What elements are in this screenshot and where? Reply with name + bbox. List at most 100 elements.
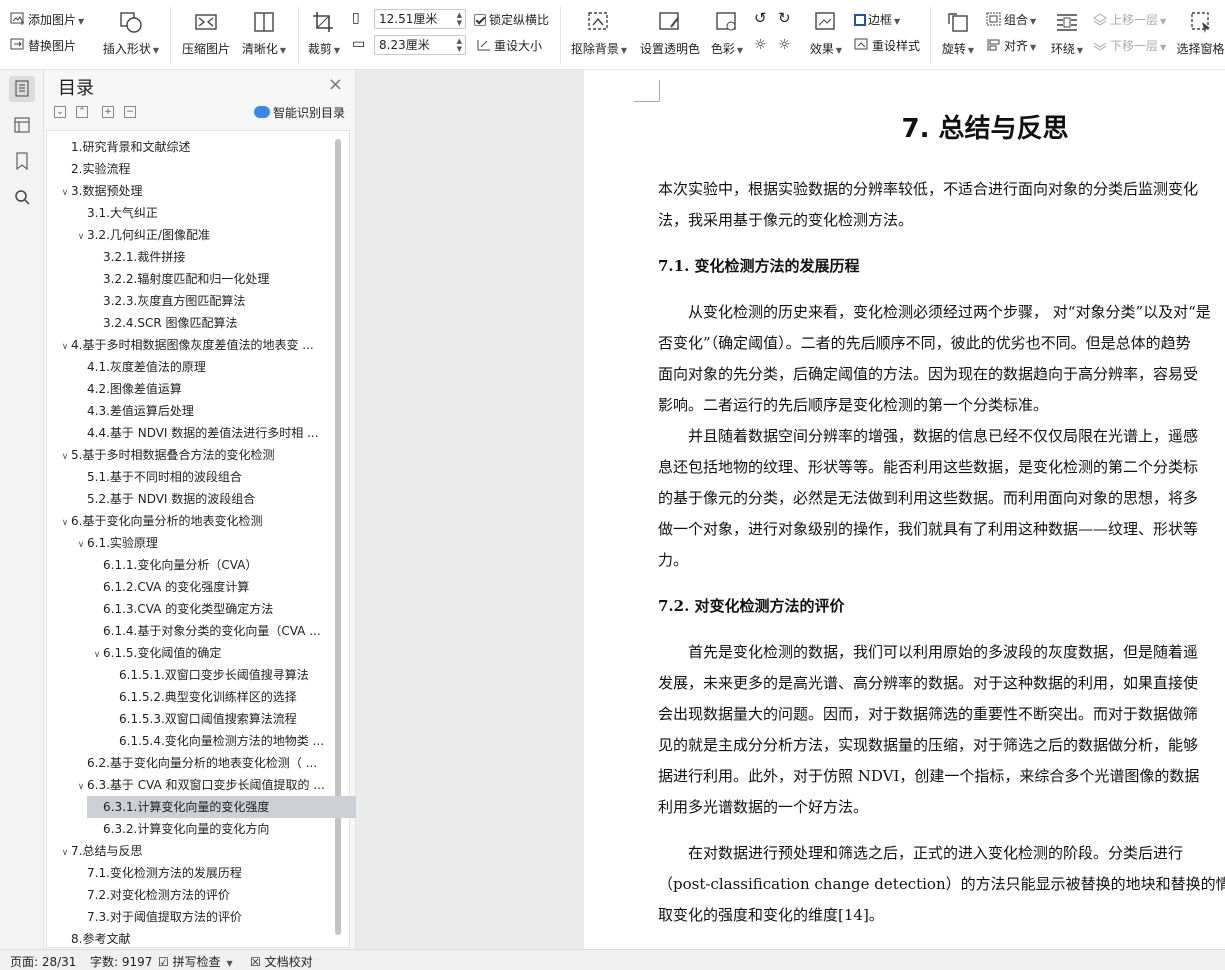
lock-ratio-checkbox[interactable]: 锁定纵横比 xyxy=(474,12,549,28)
wrap-button[interactable]: 环绕 ▼ xyxy=(1046,10,1088,57)
toc-item[interactable]: ∨ 6.1.实验原理 xyxy=(47,532,335,554)
search-pane-button[interactable] xyxy=(9,184,35,210)
toc-item[interactable]: 6.1.2.CVA 的变化强度计算 xyxy=(47,576,335,598)
toc-item[interactable]: ∨ 4.基于多时相数据图像灰度差值法的地表变 ... xyxy=(47,334,335,356)
toc-item[interactable]: 6.3.2.计算变化向量的变化方向 xyxy=(47,818,335,840)
word-count[interactable]: 字数: 9197 xyxy=(90,953,152,970)
toc-item[interactable]: 1.研究背景和文献综述 xyxy=(47,136,335,158)
chevron-down-icon[interactable]: ∨ xyxy=(59,842,71,862)
toc-item[interactable]: 8.参考文献 xyxy=(47,928,335,950)
toc-item[interactable]: ∨ 3.数据预处理 xyxy=(47,180,335,202)
selection-pane-button[interactable]: 选择窗格 xyxy=(1176,10,1225,57)
toc-item[interactable]: 5.2.基于 NDVI 数据的波段组合 xyxy=(47,488,335,510)
effect-button[interactable]: 效果 ▼ xyxy=(806,10,846,57)
toc-item-label: 5.1.基于不同时相的波段组合 xyxy=(87,470,242,484)
group-button[interactable]: 组合 ▼ xyxy=(986,12,1036,30)
chevron-down-icon[interactable]: ∨ xyxy=(75,226,87,246)
toc-item[interactable]: 2.实验流程 xyxy=(47,158,335,180)
toc-item[interactable]: ∨ 3.2.几何纠正/图像配准 xyxy=(47,224,335,246)
border-button[interactable]: 边框 ▼ xyxy=(854,12,900,30)
brightness-up-icon[interactable]: ☼ xyxy=(754,37,767,53)
rotate-right-icon[interactable]: ↻ xyxy=(778,10,791,26)
chevron-down-icon[interactable]: ∨ xyxy=(91,644,103,664)
toc-item[interactable]: 6.1.5.2.典型变化训练样区的选择 xyxy=(47,686,335,708)
toc-item[interactable]: 3.2.3.灰度直方图匹配算法 xyxy=(47,290,335,312)
toc-item[interactable]: 3.1.大气纠正 xyxy=(47,202,335,224)
chevron-down-icon[interactable]: ∨ xyxy=(59,446,71,466)
toc-item[interactable]: 6.1.4.基于对象分类的变化向量（CVA ... xyxy=(47,620,335,642)
toc-item[interactable]: ∨ 5.基于多时相数据叠合方法的变化检测 xyxy=(47,444,335,466)
rotate-left-icon[interactable]: ↺ xyxy=(754,10,767,26)
align-button[interactable]: 对齐 ▼ xyxy=(986,38,1036,56)
page-margin-mark xyxy=(634,80,660,102)
change-shape-icon xyxy=(120,12,142,33)
toc-item[interactable]: ∨ 7.总结与反思 xyxy=(47,840,335,862)
structure-pane-button[interactable] xyxy=(9,112,35,138)
toc-item[interactable]: 6.1.5.4.变化向量检测方法的地物类 ... xyxy=(47,730,335,752)
chevron-down-icon[interactable]: ∨ xyxy=(59,512,71,532)
toc-item[interactable]: ∨ 6.基于变化向量分析的地表变化检测 xyxy=(47,510,335,532)
chevron-down-icon[interactable]: ∨ xyxy=(75,534,87,554)
close-icon[interactable]: × xyxy=(328,74,343,95)
toc-item[interactable]: 6.1.5.3.双窗口阈值搜索算法流程 xyxy=(47,708,335,730)
reset-size-button[interactable]: 重设大小 xyxy=(476,38,542,54)
paragraph-line: 本次实验中，根据实验数据的分辨率较低，不适合进行面向对象的分类后监测变化 xyxy=(658,180,1199,198)
collapse-all-icon[interactable]: ⌄ xyxy=(54,106,66,118)
add-picture-button[interactable]: 添加图片 ▼ xyxy=(10,12,84,30)
send-backward-button[interactable]: 下移一层 ▼ xyxy=(1092,38,1166,56)
toc-item[interactable]: 6.1.1.变化向量分析（CVA） xyxy=(47,554,335,576)
add-picture-icon xyxy=(10,12,24,25)
sharpen-button[interactable]: 清晰化 ▼ xyxy=(240,10,288,57)
color-button[interactable]: 色彩 ▼ xyxy=(706,10,748,57)
toc-item[interactable]: ∨ 6.3.基于 CVA 和双窗口变步长阈值提取的 ... xyxy=(47,774,335,796)
toc-item[interactable]: 3.2.1.裁件拼接 xyxy=(47,246,335,268)
page-indicator[interactable]: 页面: 28/31 xyxy=(10,953,76,970)
toc-item[interactable]: 4.1.灰度差值法的原理 xyxy=(47,356,335,378)
remove-background-button[interactable]: 抠除背景 ▼ xyxy=(568,10,630,57)
brightness-down-icon[interactable]: ☼ xyxy=(778,37,791,53)
remove-heading-icon[interactable]: − xyxy=(124,106,136,118)
replace-picture-icon xyxy=(10,38,24,50)
toc-item-label: 3.1.大气纠正 xyxy=(87,206,158,220)
toc-item[interactable]: 4.3.差值运算后处理 xyxy=(47,400,335,422)
wps-writer-window: 添加图片 ▼ 替换图片 插入形状 ▼ 压缩图片 清晰化 ▼ 裁剪 ▼ ▯ 12.51厘米… xyxy=(0,0,1225,970)
set-transparent-button[interactable]: 设置透明色 xyxy=(636,10,704,57)
toc-item[interactable]: 3.2.2.辐射度匹配和归一化处理 xyxy=(47,268,335,290)
toc-item-label: 6.1.5.2.典型变化训练样区的选择 xyxy=(119,690,297,704)
chevron-down-icon[interactable]: ∨ xyxy=(59,182,71,202)
toc-item[interactable]: 6.3.1.计算变化向量的变化强度 xyxy=(87,796,371,818)
toc-item-label: 3.2.4.SCR 图像匹配算法 xyxy=(103,316,238,330)
expand-up-icon[interactable]: ⌃ xyxy=(76,106,88,118)
toc-item[interactable]: 6.1.3.CVA 的变化类型确定方法 xyxy=(47,598,335,620)
bring-forward-button[interactable]: 上移一层 ▼ xyxy=(1092,12,1166,30)
rotate-button[interactable]: 旋转 ▼ xyxy=(938,10,978,57)
toc-pane-button[interactable] xyxy=(9,76,35,102)
document-proofread-button[interactable]: ☒ 文档校对 xyxy=(250,953,313,970)
toc-item[interactable]: 3.2.4.SCR 图像匹配算法 xyxy=(47,312,335,334)
toc-item[interactable]: 6.1.5.1.双窗口变步长阈值搜寻算法 xyxy=(47,664,335,686)
toc-item[interactable]: 4.4.基于 NDVI 数据的差值法进行多时相 ... xyxy=(47,422,335,444)
toc-item[interactable]: ∨ 6.1.5.变化阈值的确定 xyxy=(47,642,335,664)
toc-item[interactable]: 4.2.图像差值运算 xyxy=(47,378,335,400)
replace-picture-button[interactable]: 替换图片 xyxy=(10,38,76,54)
chevron-down-icon[interactable]: ∨ xyxy=(75,776,87,796)
document-page[interactable]: 7. 总结与反思 本次实验中，根据实验数据的分辨率较低，不适合进行面向对象的分类… xyxy=(584,70,1225,949)
toc-item-label: 5.基于多时相数据叠合方法的变化检测 xyxy=(71,448,275,462)
spell-check-button[interactable]: ☑ 拼写检查 ▼ xyxy=(158,953,233,970)
crop-button[interactable]: 裁剪 ▼ xyxy=(306,10,342,57)
toc-item[interactable]: 6.2.基于变化向量分析的地表变化检测（ ... xyxy=(47,752,335,774)
toc-item[interactable]: 7.3.对于阈值提取方法的评价 xyxy=(47,906,335,928)
bookmark-pane-button[interactable] xyxy=(9,148,35,174)
add-heading-icon[interactable]: + xyxy=(102,106,114,118)
compress-picture-button[interactable]: 压缩图片 xyxy=(180,10,232,57)
width-input[interactable]: 12.51厘米 ▲ ▼ xyxy=(374,9,466,29)
chevron-down-icon[interactable]: ∨ xyxy=(59,336,71,356)
smart-recognize-toc-button[interactable]: 智能识别目录 xyxy=(253,104,345,121)
reset-style-button[interactable]: 重设样式 xyxy=(854,38,920,54)
toc-item[interactable]: 7.2.对变化检测方法的评价 xyxy=(47,884,335,906)
toc-item[interactable]: 7.1.变化检测方法的发展历程 xyxy=(47,862,335,884)
height-input[interactable]: 8.23厘米 ▲ ▼ xyxy=(374,35,466,55)
toc-item[interactable]: 5.1.基于不同时相的波段组合 xyxy=(47,466,335,488)
color-icon xyxy=(716,12,736,31)
insert-shape-button[interactable]: 插入形状 ▼ xyxy=(102,10,160,57)
